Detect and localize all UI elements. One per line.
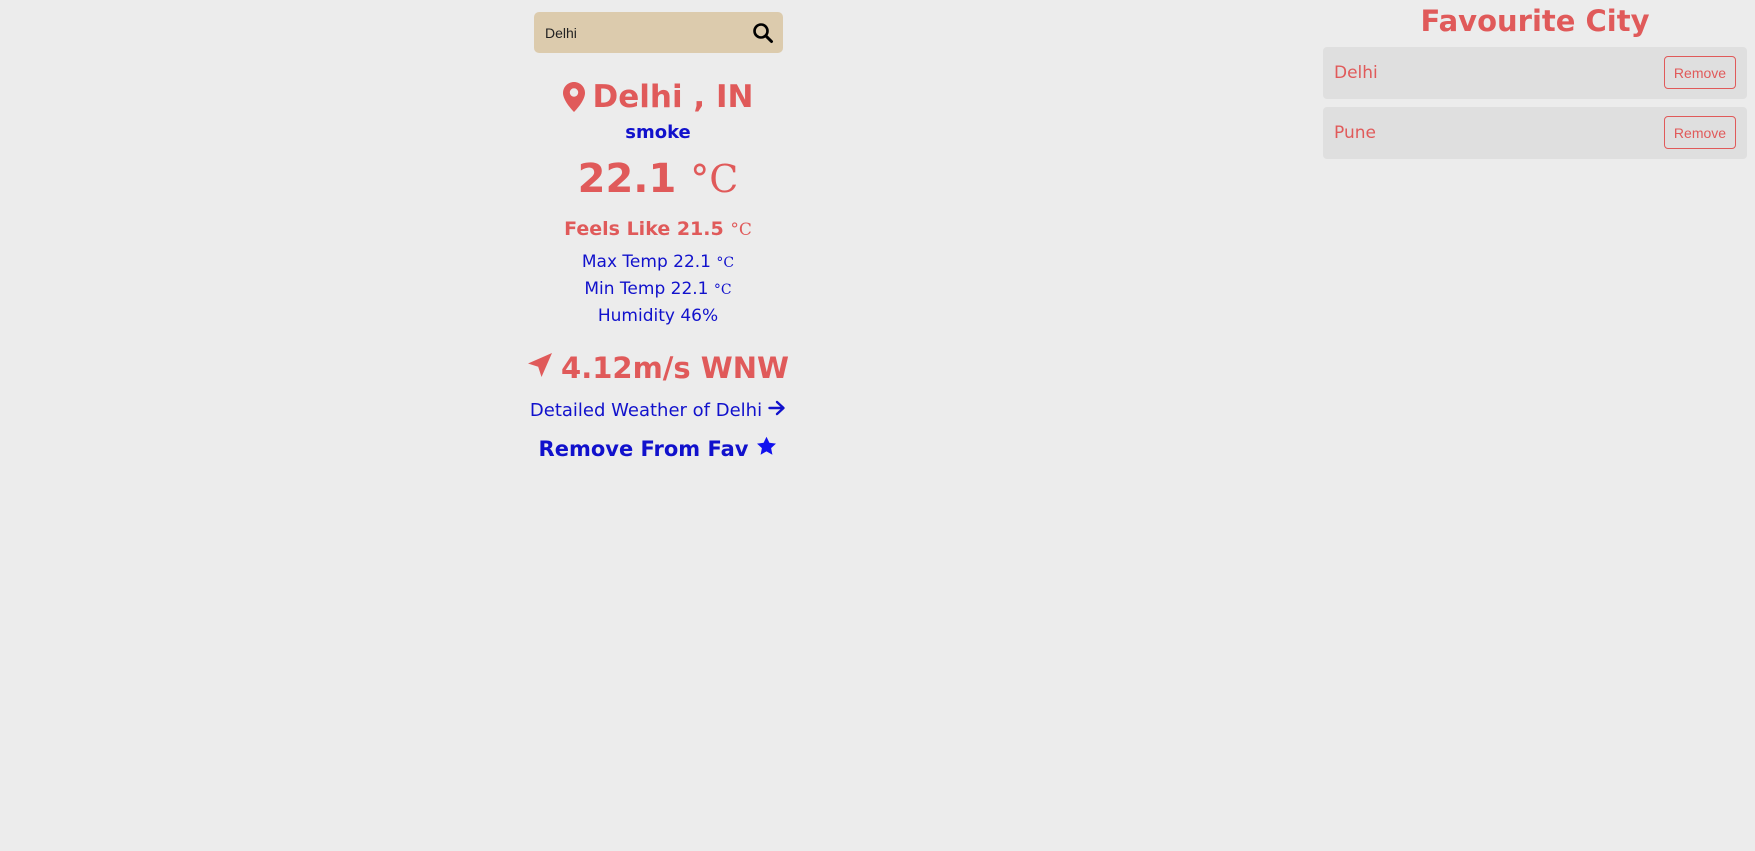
- detailed-weather-link[interactable]: Detailed Weather of Delhi: [458, 400, 858, 421]
- remove-from-fav-button[interactable]: Remove From Fav: [458, 436, 858, 461]
- page: Delhi , IN smoke 22.1 °C Feels Like 21.5…: [0, 0, 1755, 851]
- location-name: Delhi , IN: [592, 79, 754, 115]
- detailed-weather-label: Detailed Weather of Delhi: [529, 400, 763, 421]
- min-temp: Min Temp 22.1 °C: [458, 279, 858, 299]
- star-icon: [756, 436, 777, 461]
- wind-value: 4.12m/s WNW: [561, 351, 789, 385]
- feels-like: Feels Like 21.5 °C: [458, 218, 858, 240]
- favourites-title: Favourite City: [1420, 4, 1650, 38]
- temperature-value: 22.1: [577, 156, 677, 202]
- favourite-city-item: Delhi Remove: [1323, 47, 1747, 99]
- remove-city-button[interactable]: Remove: [1664, 56, 1736, 89]
- min-temp-value: Min Temp 22.1: [584, 279, 709, 299]
- remove-from-fav-label: Remove From Fav: [538, 436, 749, 461]
- feels-like-value: Feels Like 21.5: [564, 218, 724, 240]
- search-icon[interactable]: [751, 21, 775, 45]
- feels-like-unit: °C: [730, 220, 752, 240]
- search-input[interactable]: [545, 12, 735, 53]
- remove-city-button[interactable]: Remove: [1664, 116, 1736, 149]
- favourite-city-name[interactable]: Pune: [1334, 107, 1376, 159]
- max-temp-value: Max Temp 22.1: [581, 252, 711, 272]
- max-temp: Max Temp 22.1 °C: [458, 252, 858, 272]
- arrow-right-icon: [768, 400, 786, 421]
- location-arrow-icon: [527, 351, 553, 385]
- map-marker-icon: [562, 82, 585, 112]
- max-temp-unit: °C: [716, 255, 735, 271]
- location-heading: Delhi , IN: [458, 72, 858, 122]
- temperature-unit: °C: [690, 157, 739, 201]
- min-temp-unit: °C: [713, 282, 732, 298]
- favourite-city-item: Pune Remove: [1323, 107, 1747, 159]
- weather-description: smoke: [625, 122, 691, 143]
- favourite-city-name[interactable]: Delhi: [1334, 47, 1378, 99]
- current-temperature: 22.1 °C: [458, 156, 858, 202]
- search-bar: [534, 12, 783, 53]
- wind-info: 4.12m/s WNW: [458, 346, 858, 390]
- humidity: Humidity 46%: [597, 306, 719, 326]
